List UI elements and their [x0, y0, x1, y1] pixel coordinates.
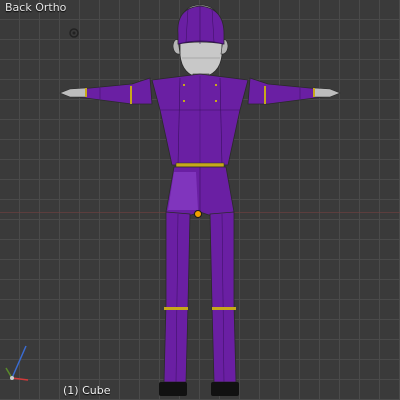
active-object-label: (1) Cube [63, 384, 111, 397]
torso[interactable] [151, 73, 249, 166]
belt[interactable] [175, 162, 225, 168]
view-label: Back Ortho [5, 1, 67, 14]
right-leg[interactable] [209, 211, 237, 383]
axis-gizmo-icon [5, 345, 29, 381]
3d-viewport[interactable]: Back Ortho (1) Cube [0, 0, 400, 400]
object-origin-icon [194, 210, 202, 218]
character-mesh[interactable] [0, 0, 400, 400]
right-shoe [211, 382, 239, 396]
right-arm[interactable] [247, 77, 341, 105]
head[interactable] [172, 4, 229, 79]
3d-cursor-icon[interactable] [69, 28, 79, 38]
left-shoe [159, 382, 187, 396]
hips[interactable] [165, 166, 235, 217]
left-leg[interactable] [163, 211, 191, 383]
left-arm[interactable] [59, 77, 153, 105]
